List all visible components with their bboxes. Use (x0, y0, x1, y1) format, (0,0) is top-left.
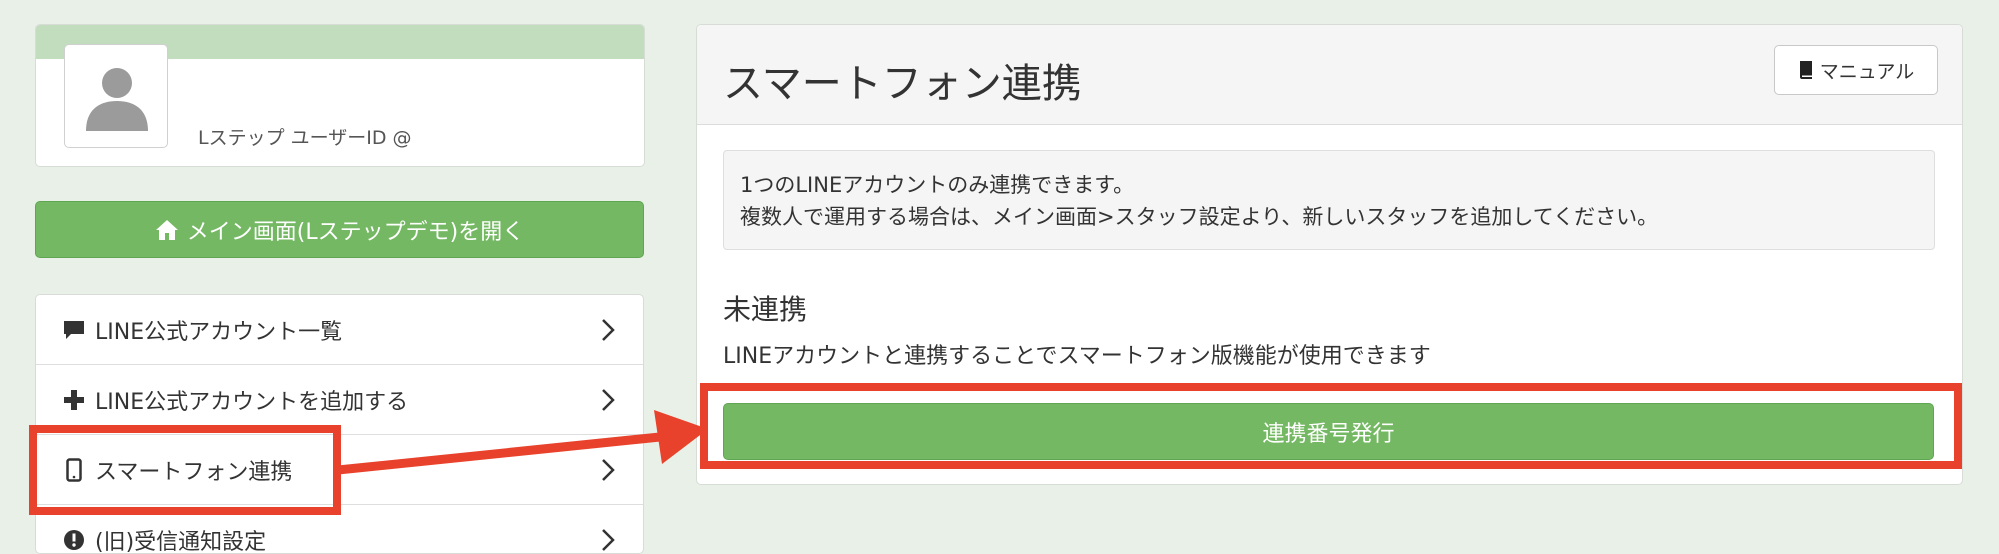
chevron-right-icon (601, 318, 615, 342)
chevron-right-icon (601, 458, 615, 482)
page-title: スマートフォン連携 (723, 51, 1082, 109)
sidebar-item-line-accounts[interactable]: LINE公式アカウント一覧 (36, 295, 643, 365)
highlight-box-menu (29, 425, 341, 515)
info-notice: 1つのLINEアカウントのみ連携できます。 複数人で運用する場合は、メイン画面>… (723, 150, 1935, 250)
profile-card: Lステップ ユーザーID @ (35, 24, 645, 167)
manual-button-label: マニュアル (1820, 57, 1914, 84)
notice-line: 1つのLINEアカウントのみ連携できます。 (740, 169, 1918, 201)
chevron-right-icon (601, 388, 615, 412)
book-icon (1798, 60, 1814, 80)
link-status-heading: 未連携 (723, 288, 807, 328)
manual-button[interactable]: マニュアル (1774, 45, 1938, 95)
sidebar-item-label: (旧)受信通知設定 (95, 524, 266, 554)
plus-icon (61, 389, 87, 411)
home-icon (155, 219, 179, 241)
sidebar-menu: LINE公式アカウント一覧 LINE公式アカウントを追加する スマートフォン連携… (35, 294, 644, 554)
highlight-box-button (700, 383, 1962, 469)
avatar (64, 44, 168, 148)
open-main-screen-button[interactable]: メイン画面(Lステップデモ)を開く (35, 201, 644, 258)
user-icon (82, 61, 152, 131)
chevron-right-icon (601, 528, 615, 552)
sidebar-item-label: LINE公式アカウント一覧 (95, 314, 342, 346)
open-main-screen-label: メイン画面(Lステップデモ)を開く (187, 214, 524, 246)
sidebar-item-label: LINE公式アカウントを追加する (95, 384, 408, 416)
link-status-description: LINEアカウントと連携することでスマートフォン版機能が使用できます (723, 338, 1431, 370)
notice-line: 複数人で運用する場合は、メイン画面>スタッフ設定より、新しいスタッフを追加してく… (740, 201, 1918, 233)
exclamation-circle-icon (61, 529, 87, 551)
panel-header: スマートフォン連携 マニュアル (697, 25, 1962, 125)
comment-icon (61, 319, 87, 341)
user-id-label: Lステップ ユーザーID @ (198, 123, 412, 150)
